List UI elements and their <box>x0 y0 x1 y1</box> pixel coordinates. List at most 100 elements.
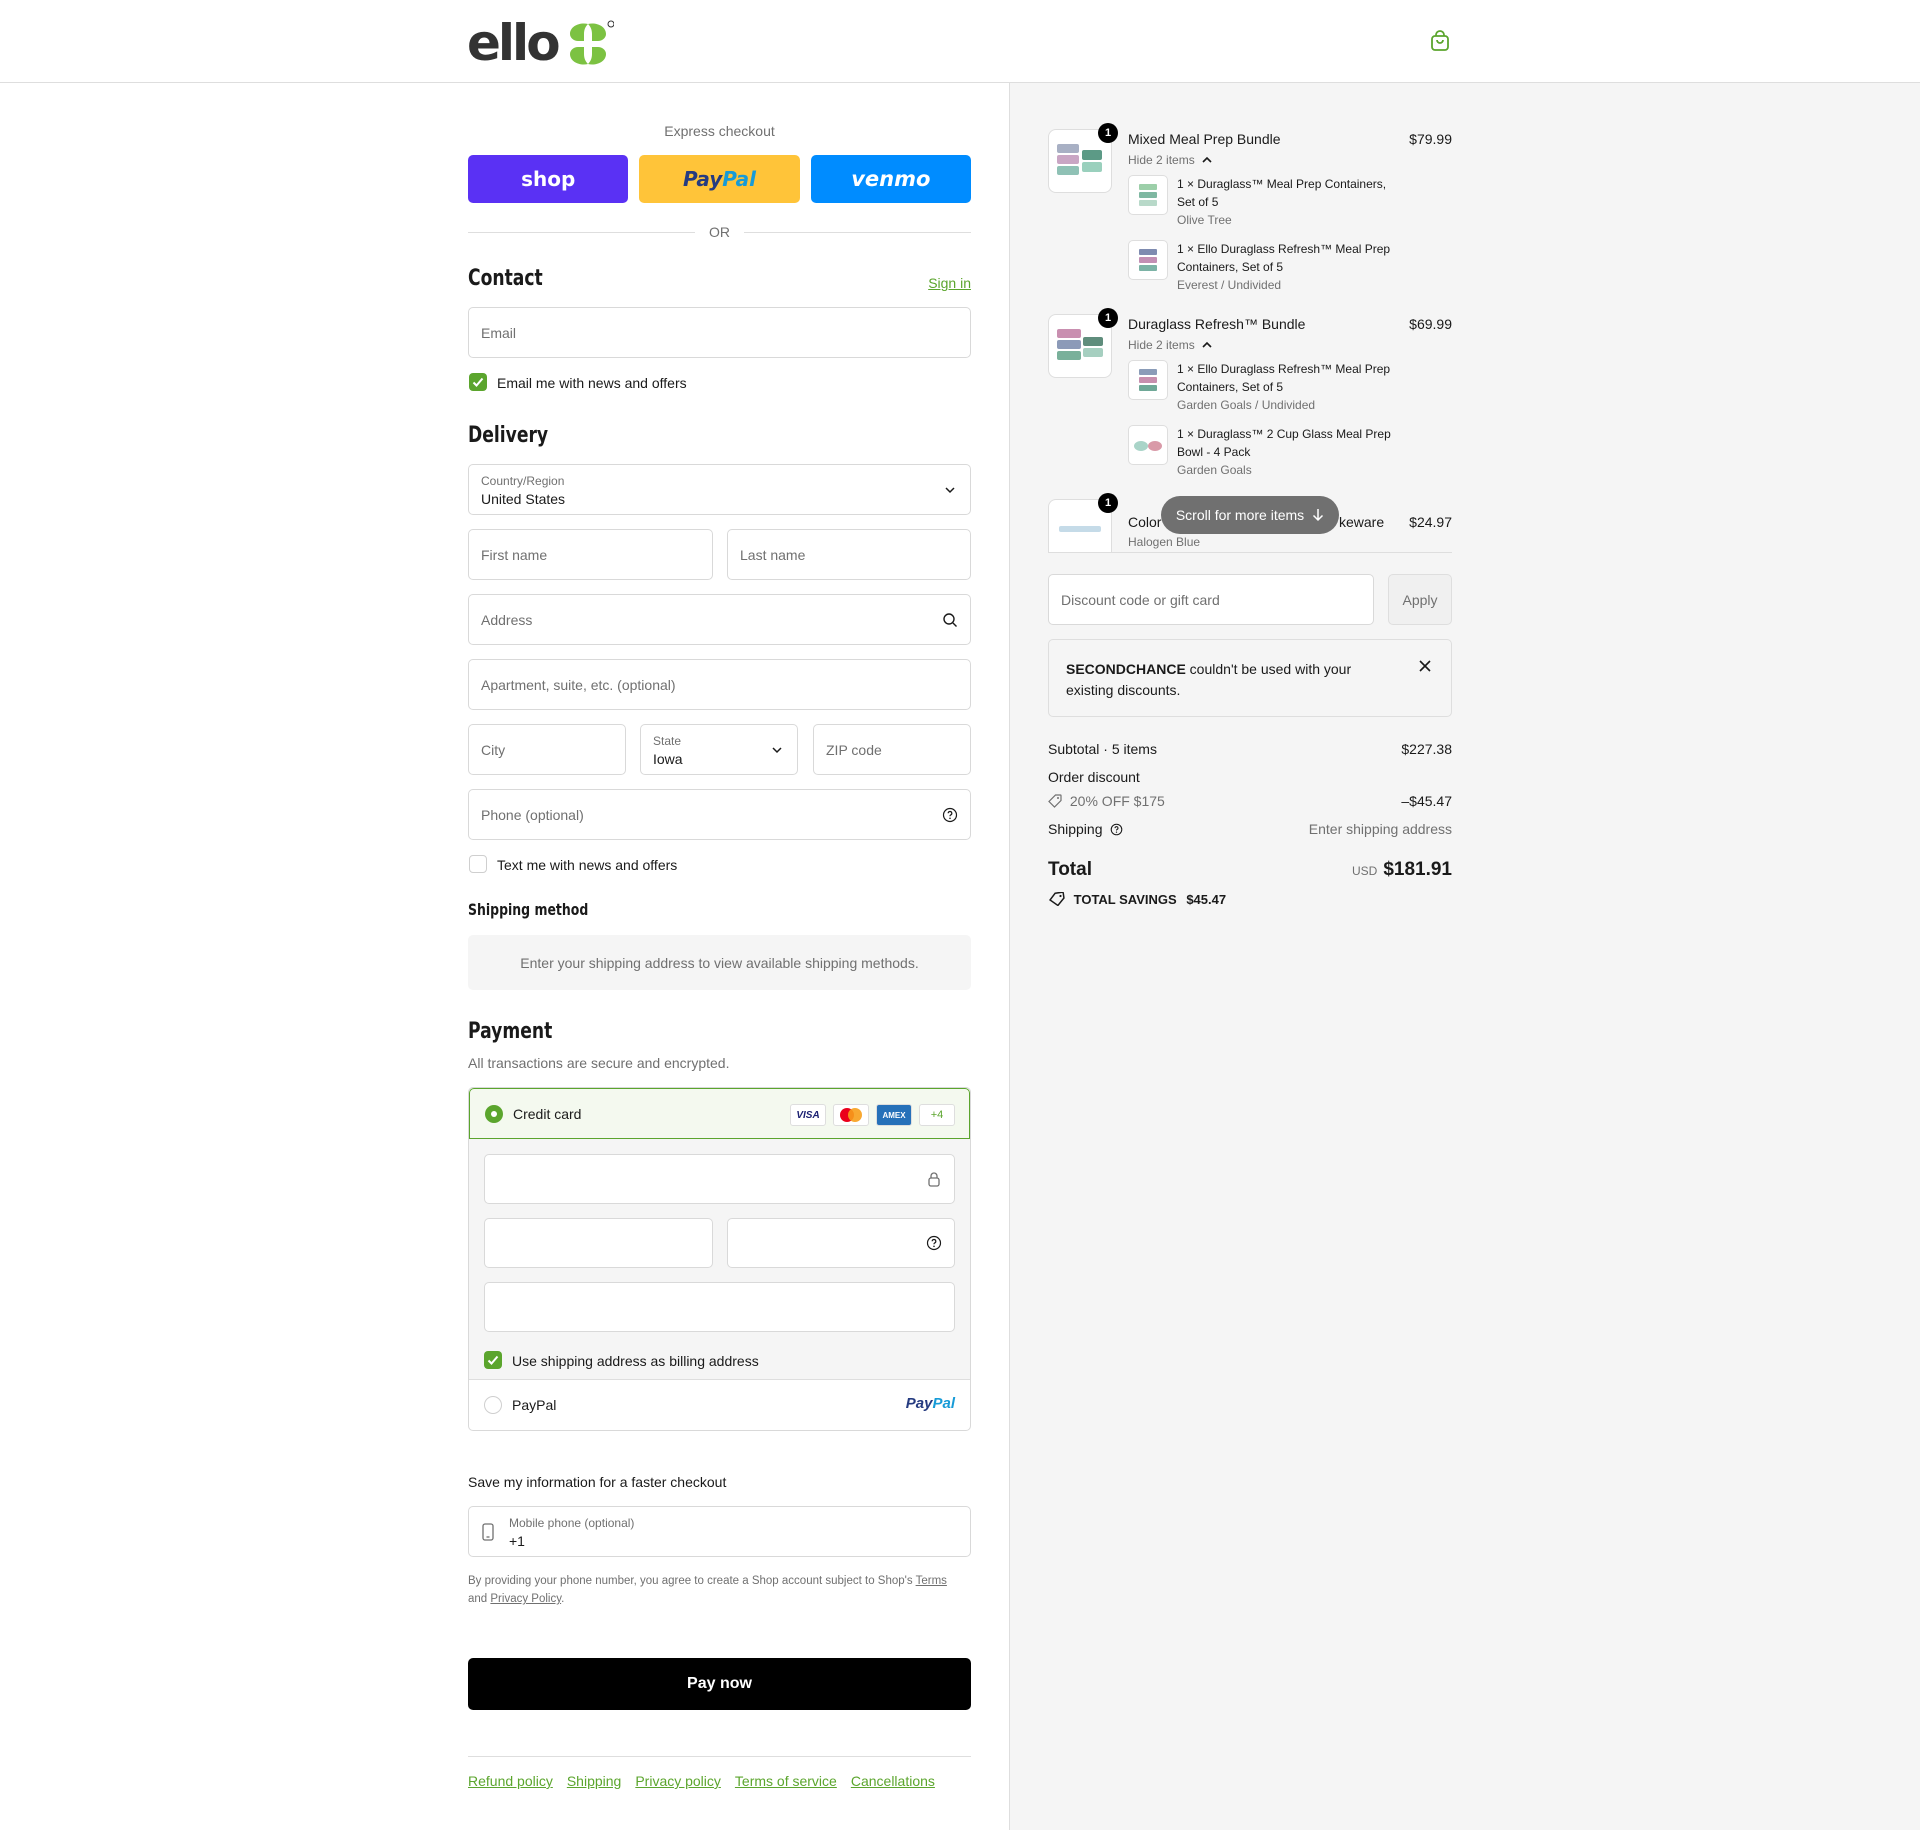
cancellations-link[interactable]: Cancellations <box>851 1773 935 1789</box>
email-field[interactable]: Email <box>468 307 971 358</box>
item-variant: Halogen Blue <box>1128 535 1201 549</box>
brand-logo[interactable]: ello <box>467 18 614 68</box>
card-number-field[interactable] <box>484 1154 955 1204</box>
sub-item-variant: Garden Goals / Undivided <box>1177 398 1316 412</box>
shipping-method-info-text: Enter your shipping address to view avai… <box>520 954 919 971</box>
chevron-up-icon <box>1202 156 1212 163</box>
brand-name: ello <box>467 14 561 72</box>
shop-pay-button[interactable]: shop <box>468 155 629 203</box>
scroll-more-items-button[interactable]: Scroll for more items <box>1161 496 1339 534</box>
hide-items-toggle[interactable]: Hide 2 items <box>1128 153 1212 167</box>
refund-policy-link[interactable]: Refund policy <box>468 1773 553 1789</box>
pay-now-button[interactable]: Pay now <box>468 1658 971 1710</box>
name-on-card-field[interactable] <box>484 1282 955 1332</box>
sub-item-image-icon <box>1139 184 1157 206</box>
venmo-button[interactable]: venmo <box>810 155 971 203</box>
scroll-hint-label: Scroll for more items <box>1175 507 1305 523</box>
more-cards-badge: +4 <box>919 1104 955 1126</box>
sub-item-name: 1 × Ello Duraglass Refresh™ Meal Prep Co… <box>1177 242 1391 274</box>
mobile-phone-label: Mobile phone (optional) <box>509 1516 635 1530</box>
country-label: Country/Region <box>481 474 565 488</box>
arrow-down-icon <box>1313 509 1324 522</box>
discount-code-field[interactable]: Discount code or gift card <box>1048 574 1374 625</box>
address-field[interactable]: Address <box>468 594 971 645</box>
apartment-field[interactable]: Apartment, suite, etc. (optional) <box>468 659 971 710</box>
text-news-checkbox[interactable] <box>469 855 487 873</box>
close-icon[interactable] <box>1419 660 1431 672</box>
item-name-start: Color <box>1128 514 1162 530</box>
sign-in-link[interactable]: Sign in <box>928 275 971 291</box>
currency-code: USD <box>1351 864 1378 878</box>
sub-item-variant: Everest / Undivided <box>1177 278 1282 292</box>
country-select[interactable]: Country/Region United States <box>468 464 971 515</box>
email-news-checkbox[interactable] <box>469 373 487 391</box>
state-label: State <box>653 734 682 748</box>
paypal-option-label: PayPal <box>512 1397 557 1413</box>
apply-label: Apply <box>1402 591 1438 608</box>
legal-end: . <box>561 1593 565 1605</box>
discount-name: 20% OFF $175 <box>1069 793 1165 809</box>
total-savings-label: TOTAL SAVINGS <box>1073 892 1177 907</box>
paypal-option[interactable]: PayPal PayPal <box>469 1380 970 1430</box>
zip-field[interactable]: ZIP code <box>813 724 971 775</box>
hide-items-toggle[interactable]: Hide 2 items <box>1128 338 1212 352</box>
security-code-field[interactable] <box>727 1218 955 1268</box>
footer-divider <box>468 1756 971 1757</box>
city-field[interactable]: City <box>468 724 626 775</box>
payment-methods: Credit card VISA AMEX +4 Use shipping ad… <box>468 1087 971 1431</box>
city-placeholder: City <box>481 741 506 758</box>
pay-now-label: Pay now <box>687 1675 752 1692</box>
shipping-value: Enter shipping address <box>1308 821 1452 837</box>
mastercard-icon <box>833 1104 869 1126</box>
first-name-field[interactable]: First name <box>468 529 713 580</box>
sub-item-image-icon <box>1139 249 1157 271</box>
help-icon[interactable] <box>942 807 958 823</box>
order-discount-label: Order discount <box>1048 769 1140 785</box>
apply-discount-button[interactable]: Apply <box>1388 574 1452 625</box>
last-name-placeholder: Last name <box>740 546 806 563</box>
total-savings-value: $45.47 <box>1186 892 1227 907</box>
terms-link[interactable]: Terms <box>916 1575 947 1587</box>
sub-item-name: 1 × Ello Duraglass Refresh™ Meal Prep Co… <box>1177 362 1391 394</box>
credit-card-form: Use shipping address as billing address <box>469 1139 970 1380</box>
total-label: Total <box>1048 859 1092 880</box>
or-label: OR <box>709 224 730 240</box>
lock-icon <box>928 1172 940 1187</box>
expiration-date-field[interactable] <box>484 1218 713 1268</box>
total-row: Total USD $181.91 <box>1048 859 1452 885</box>
item-name: Mixed Meal Prep Bundle <box>1128 131 1281 147</box>
hide-items-label: Hide 2 items <box>1128 338 1195 352</box>
privacy-policy-link[interactable]: Privacy Policy <box>490 1593 561 1605</box>
venmo-label: venmo <box>851 167 931 191</box>
phone-field[interactable]: Phone (optional) <box>468 789 971 840</box>
shop-pay-label: shop <box>521 167 576 191</box>
paypal-button[interactable]: Pay Pal <box>639 155 800 203</box>
notice-text: SECONDCHANCE couldn't be used with your … <box>1066 659 1386 701</box>
paypal-radio[interactable] <box>484 1396 502 1414</box>
shipping-label: Shipping <box>1048 821 1103 837</box>
billing-same-checkbox[interactable] <box>484 1351 502 1369</box>
quantity-badge: 1 <box>1098 493 1118 513</box>
last-name-field[interactable]: Last name <box>727 529 971 580</box>
help-icon[interactable] <box>1110 823 1123 836</box>
subtotal-row: Subtotal · 5 items $227.38 <box>1048 741 1452 757</box>
email-placeholder: Email <box>481 324 517 341</box>
state-select[interactable]: State Iowa <box>640 724 798 775</box>
terms-of-service-link[interactable]: Terms of service <box>735 1773 837 1789</box>
subtotal-label: Subtotal · 5 items <box>1048 741 1157 757</box>
phone-placeholder: Phone (optional) <box>481 806 584 823</box>
tag-icon <box>1049 891 1065 907</box>
email-news-label: Email me with news and offers <box>497 375 687 391</box>
shipping-link[interactable]: Shipping <box>567 1773 622 1789</box>
mobile-phone-field[interactable]: Mobile phone (optional) +1 <box>468 1506 971 1557</box>
total-amount: USD $181.91 <box>1352 859 1452 881</box>
privacy-policy-footer-link[interactable]: Privacy policy <box>635 1773 721 1789</box>
checkmark-icon <box>472 377 484 387</box>
shopping-bag-icon[interactable] <box>1428 29 1452 53</box>
item-price: $69.99 <box>1409 316 1452 332</box>
country-value: United States <box>481 491 566 507</box>
help-icon[interactable] <box>926 1235 942 1251</box>
shipping-method-heading: Shipping method <box>468 900 589 919</box>
credit-card-option[interactable]: Credit card VISA AMEX +4 <box>469 1088 970 1139</box>
credit-card-radio[interactable] <box>485 1105 503 1123</box>
